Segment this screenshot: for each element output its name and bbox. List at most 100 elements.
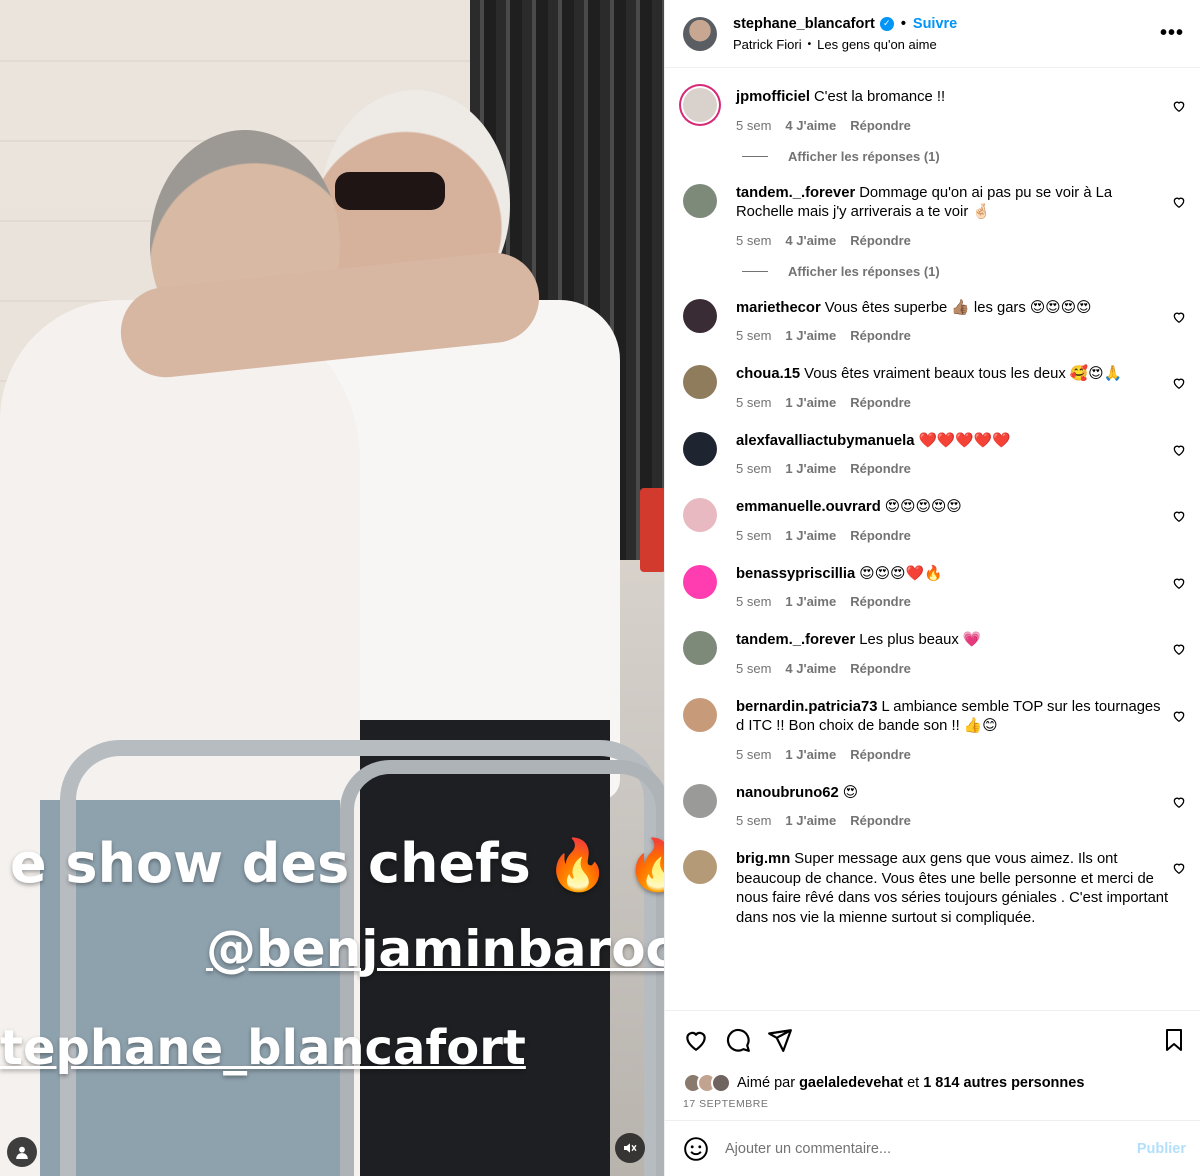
mute-button[interactable] bbox=[615, 1133, 645, 1163]
likes-text[interactable]: Aimé par gaelaledevehat et 1 814 autres … bbox=[737, 1075, 1084, 1091]
comment-text: tandem._.forever Dommage qu'on ai pas pu … bbox=[736, 184, 1172, 223]
comment-avatar[interactable] bbox=[683, 183, 717, 218]
reply-button[interactable]: Répondre bbox=[850, 395, 911, 410]
reply-button[interactable]: Répondre bbox=[850, 747, 911, 762]
comment-username[interactable]: alexfavalliactubymanuela bbox=[736, 433, 914, 449]
overlay-mention-1: @benjaminbaroc bbox=[206, 920, 664, 978]
tagged-users-button[interactable] bbox=[7, 1137, 37, 1167]
reply-button[interactable]: Répondre bbox=[850, 661, 911, 676]
comment-avatar[interactable] bbox=[683, 783, 717, 818]
comment-username[interactable]: nanoubruno62 bbox=[736, 785, 839, 801]
comment-input[interactable]: Ajouter un commentaire... bbox=[725, 1141, 1137, 1157]
comment-item: jpmofficiel C'est la bromance !! 5 sem 4 … bbox=[665, 88, 1200, 133]
comment-age: 5 sem bbox=[736, 328, 772, 343]
comment-like-icon[interactable] bbox=[1172, 576, 1186, 590]
comment-like-icon[interactable] bbox=[1172, 795, 1186, 809]
comment-username[interactable]: benassypriscillia bbox=[736, 566, 855, 582]
reply-button[interactable]: Répondre bbox=[850, 233, 911, 248]
comment-age: 5 sem bbox=[736, 394, 772, 410]
replies-line bbox=[742, 155, 768, 157]
comment-meta: 5 sem 1 J'aime Répondre bbox=[736, 528, 1172, 543]
comment-avatar[interactable] bbox=[683, 431, 717, 466]
likes-user[interactable]: gaelaledevehat bbox=[799, 1075, 903, 1091]
publish-button[interactable]: Publier bbox=[1137, 1141, 1186, 1157]
reply-button[interactable]: Répondre bbox=[850, 118, 911, 133]
share-icon[interactable] bbox=[767, 1027, 793, 1053]
reply-button[interactable]: Répondre bbox=[850, 594, 911, 609]
comment-like-icon[interactable] bbox=[1172, 376, 1186, 390]
comment-body: brig.mn Super message aux gens que vous a… bbox=[736, 850, 1172, 928]
comment-avatar[interactable] bbox=[683, 298, 717, 333]
comment-likes[interactable]: 1 J'aime bbox=[785, 747, 836, 762]
reply-button[interactable]: Répondre bbox=[850, 813, 911, 828]
likes-others[interactable]: 1 814 autres personnes bbox=[923, 1075, 1084, 1091]
comment-likes[interactable]: 1 J'aime bbox=[785, 395, 836, 410]
like-icon[interactable] bbox=[683, 1027, 709, 1053]
music-info[interactable]: Patrick Fiori • Les gens qu'on aime bbox=[733, 37, 1160, 52]
comment-likes[interactable]: 4 J'aime bbox=[785, 118, 836, 133]
comment-like-icon[interactable] bbox=[1172, 443, 1186, 457]
comment-like-icon[interactable] bbox=[1172, 310, 1186, 324]
comment-like-icon[interactable] bbox=[1172, 861, 1186, 875]
more-options-button[interactable]: ••• bbox=[1160, 22, 1184, 45]
comment-avatar[interactable] bbox=[683, 697, 717, 732]
photo-sign bbox=[640, 488, 664, 572]
comment-username[interactable]: tandem._.forever bbox=[736, 185, 855, 201]
emoji-icon[interactable] bbox=[683, 1136, 709, 1162]
follow-button[interactable]: Suivre bbox=[913, 16, 957, 32]
comment-icon[interactable] bbox=[725, 1027, 751, 1053]
post-header: stephane_blancafort ✓ • Suivre Patrick F… bbox=[665, 0, 1200, 68]
comment-item: benassypriscillia 😍😍😍❤️🔥 5 sem 1 J'aime R… bbox=[665, 564, 1200, 609]
comment-like-icon[interactable] bbox=[1172, 642, 1186, 656]
music-artist: Patrick Fiori bbox=[733, 36, 802, 52]
comment-text: alexfavalliactubymanuela ❤️❤️❤️❤️❤️ bbox=[736, 432, 1172, 452]
comment-username[interactable]: brig.mn bbox=[736, 851, 790, 867]
comment-username[interactable]: choua.15 bbox=[736, 366, 800, 382]
comment-avatar[interactable] bbox=[683, 564, 717, 599]
comment-item: choua.15 Vous êtes vraiment beaux tous le… bbox=[665, 365, 1200, 410]
comment-likes[interactable]: 1 J'aime bbox=[785, 528, 836, 543]
comment-like-icon[interactable] bbox=[1172, 509, 1186, 523]
comment-meta: 5 sem 1 J'aime Répondre bbox=[736, 395, 1172, 410]
user-icon bbox=[16, 1146, 28, 1159]
comment-likes[interactable]: 1 J'aime bbox=[785, 328, 836, 343]
comment-like-icon[interactable] bbox=[1172, 99, 1186, 113]
comment-like-icon[interactable] bbox=[1172, 195, 1186, 209]
reply-button[interactable]: Répondre bbox=[850, 461, 911, 476]
comment-username[interactable]: emmanuelle.ouvrard bbox=[736, 499, 881, 515]
reply-button[interactable]: Répondre bbox=[850, 328, 911, 343]
comment-avatar[interactable] bbox=[683, 88, 717, 122]
photo-sunglasses bbox=[335, 172, 445, 210]
comment-avatar[interactable] bbox=[683, 365, 717, 399]
comment-text: brig.mn Super message aux gens que vous a… bbox=[736, 850, 1172, 928]
author-avatar[interactable] bbox=[683, 16, 717, 51]
comment-avatar[interactable] bbox=[683, 850, 717, 884]
comment-username[interactable]: jpmofficiel bbox=[736, 89, 810, 105]
comment-likes[interactable]: 1 J'aime bbox=[785, 594, 836, 609]
comment-item: emmanuelle.ouvrard 😍😍😍😍😍 5 sem 1 J'aime R… bbox=[665, 498, 1200, 543]
save-icon[interactable] bbox=[1162, 1027, 1186, 1053]
comment-age: 5 sem bbox=[736, 594, 772, 609]
comment-likes[interactable]: 4 J'aime bbox=[785, 661, 836, 676]
reply-button[interactable]: Répondre bbox=[850, 528, 911, 543]
comment-username[interactable]: bernardin.patricia73 bbox=[736, 699, 877, 715]
post-media[interactable]: e show des chefs 🔥 🔥 🔥 @benjaminbaroc tep… bbox=[0, 0, 664, 1176]
likes-summary: Aimé par gaelaledevehat et 1 814 autres … bbox=[665, 1068, 1200, 1098]
comment-avatar[interactable] bbox=[683, 498, 717, 532]
comment-body: alexfavalliactubymanuela ❤️❤️❤️❤️❤️ 5 sem… bbox=[736, 432, 1172, 477]
comment-meta: 5 sem 1 J'aime Répondre bbox=[736, 813, 1172, 828]
view-replies-button[interactable]: Afficher les réponses (1) bbox=[742, 264, 1200, 279]
comment-like-icon[interactable] bbox=[1172, 709, 1186, 723]
comment-username[interactable]: tandem._.forever bbox=[736, 632, 855, 648]
comment-age: 5 sem bbox=[736, 660, 772, 676]
comment-text: mariethecor Vous êtes superbe 👍🏽 les gars… bbox=[736, 299, 1172, 319]
comment-likes[interactable]: 4 J'aime bbox=[785, 233, 836, 248]
comments-list[interactable]: jpmofficiel C'est la bromance !! 5 sem 4 … bbox=[665, 68, 1200, 1010]
comment-username[interactable]: mariethecor bbox=[736, 300, 821, 316]
comment-likes[interactable]: 1 J'aime bbox=[785, 813, 836, 828]
comment-body: emmanuelle.ouvrard 😍😍😍😍😍 5 sem 1 J'aime R… bbox=[736, 498, 1172, 543]
comment-avatar[interactable] bbox=[683, 631, 717, 665]
author-username[interactable]: stephane_blancafort bbox=[733, 16, 875, 32]
view-replies-button[interactable]: Afficher les réponses (1) bbox=[742, 149, 1200, 164]
comment-likes[interactable]: 1 J'aime bbox=[785, 461, 836, 476]
